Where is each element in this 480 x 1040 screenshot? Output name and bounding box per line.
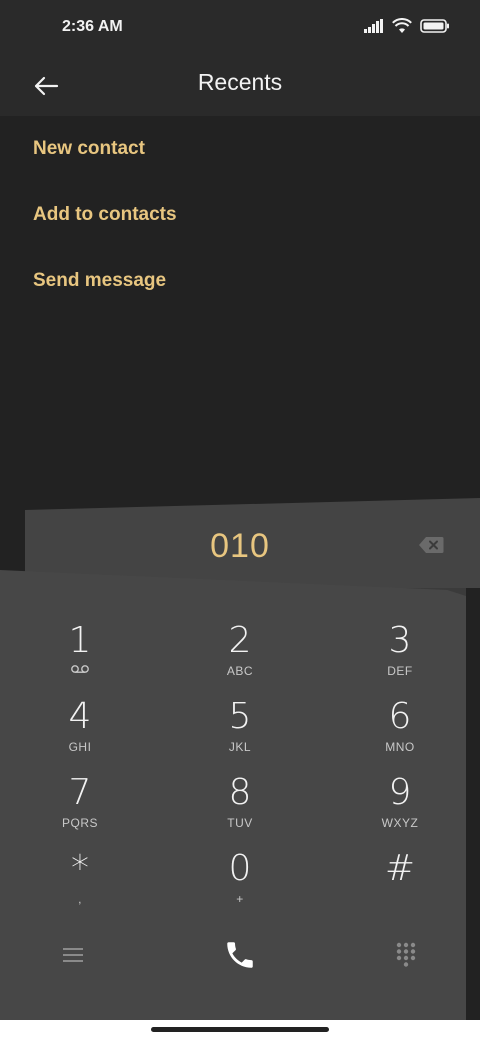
key-1[interactable]: 1 [20, 622, 140, 692]
key-hash[interactable]: # [340, 850, 460, 920]
key-digit: 7 [68, 772, 92, 813]
key-letters: TUV [227, 816, 253, 830]
battery-icon [420, 19, 449, 33]
home-indicator [0, 1020, 480, 1040]
key-4[interactable]: 4 GHI [20, 698, 140, 768]
menu-list: New contact Add to contacts Send message [0, 116, 480, 314]
key-digit: * [71, 848, 89, 889]
key-2[interactable]: 2 ABC [180, 622, 300, 692]
wifi-icon [392, 18, 412, 33]
key-letters: ABC [226, 664, 254, 678]
key-5[interactable]: 5 JKL [180, 698, 300, 768]
backspace-icon [419, 537, 444, 553]
key-letters: DEF [387, 664, 413, 678]
key-letters: JKL [228, 740, 252, 754]
new-contact-option[interactable]: New contact [0, 116, 480, 182]
menu-icon [63, 948, 83, 962]
key-letters: , [78, 892, 82, 906]
send-message-option[interactable]: Send message [0, 248, 480, 314]
key-8[interactable]: 8 TUV [180, 774, 300, 844]
dialed-number: 010 [210, 527, 270, 565]
voicemail-icon [71, 665, 89, 673]
page-title: Recents [197, 69, 283, 95]
key-digit: 4 [68, 696, 92, 737]
add-to-contacts-option[interactable]: Add to contacts [0, 182, 480, 248]
key-7[interactable]: 7 PQRS [20, 774, 140, 844]
backspace-button[interactable] [418, 536, 444, 556]
key-digit: 6 [388, 696, 412, 737]
key-digit: 1 [68, 620, 92, 661]
key-0[interactable]: 0 + [180, 850, 300, 920]
key-letters: + [236, 892, 244, 906]
call-button[interactable] [215, 930, 265, 980]
key-letters: GHI [68, 740, 92, 754]
key-letters: PQRS [61, 816, 98, 830]
dialpad-icon [396, 942, 416, 967]
key-digit: 2 [228, 620, 252, 661]
status-icons [364, 18, 450, 34]
dialpad-button[interactable] [381, 930, 431, 980]
key-digit: 8 [228, 772, 252, 813]
key-digit: 3 [388, 620, 412, 661]
key-6[interactable]: 6 MNO [340, 698, 460, 768]
key-9[interactable]: 9 WXYZ [340, 774, 460, 844]
key-letters: MNO [385, 740, 415, 754]
key-star[interactable]: * , [20, 850, 140, 920]
signal-icon [364, 19, 383, 33]
key-digit: 9 [388, 772, 412, 813]
status-time: 2:36 AM [62, 18, 123, 35]
app-bar: Recents [0, 56, 480, 116]
dialer-action-bar [0, 930, 480, 980]
phone-icon [227, 942, 253, 968]
key-letters: WXYZ [381, 816, 419, 830]
key-digit: 5 [228, 696, 252, 737]
home-pill[interactable] [151, 1027, 329, 1032]
menu-button[interactable] [48, 930, 98, 980]
key-digit: 0 [228, 848, 252, 889]
key-3[interactable]: 3 DEF [340, 622, 460, 692]
key-digit: # [384, 848, 416, 889]
status-bar: 2:36 AM [0, 0, 480, 56]
